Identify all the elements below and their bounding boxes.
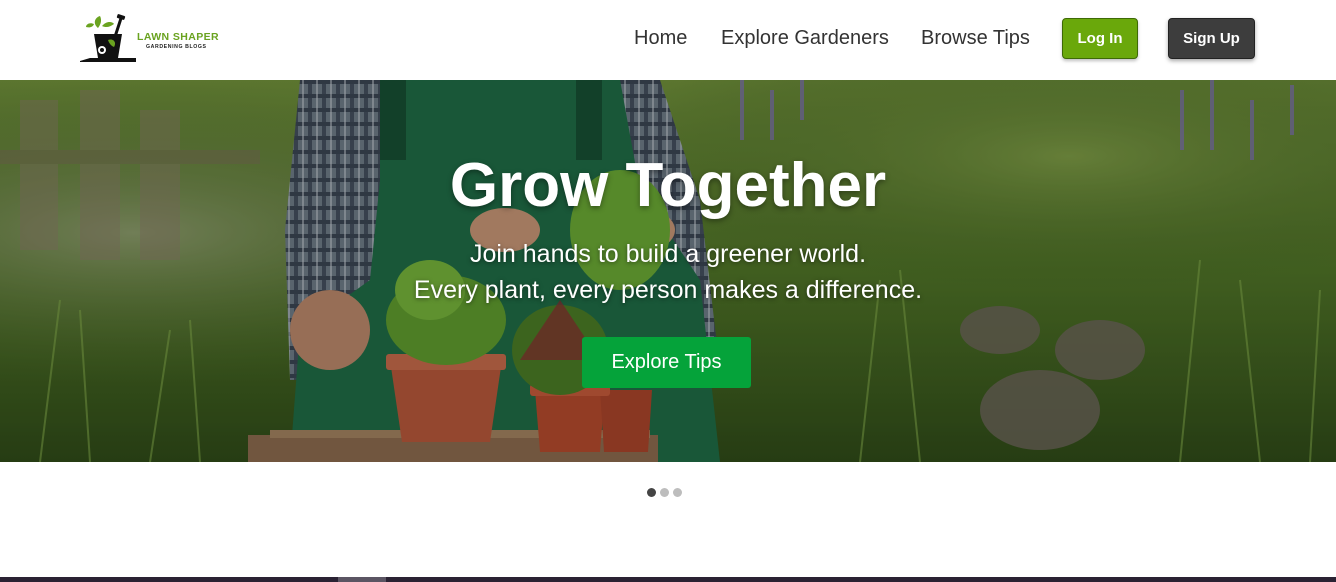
next-section-tab: [338, 577, 386, 582]
hero-overlay: [0, 80, 1336, 462]
hero-subtitle-line2: Every plant, every person makes a differ…: [413, 276, 923, 304]
carousel-indicators: [647, 488, 687, 497]
signup-button[interactable]: Sign Up: [1168, 18, 1255, 59]
hero-title: Grow Together: [449, 151, 887, 220]
gardener-shovel-icon: [80, 14, 136, 62]
nav-explore-gardeners-link[interactable]: Explore Gardeners: [721, 27, 889, 50]
brand-name: LAWN SHAPER: [137, 31, 219, 43]
carousel-dot-2[interactable]: [660, 488, 669, 497]
nav-home-link[interactable]: Home: [634, 27, 687, 50]
explore-tips-button[interactable]: Explore Tips: [582, 337, 751, 388]
carousel-dot-3[interactable]: [673, 488, 682, 497]
brand-tagline: GARDENING BLOGS: [146, 44, 207, 50]
next-section-edge: [0, 577, 1336, 582]
carousel-dot-1[interactable]: [647, 488, 656, 497]
site-logo[interactable]: LAWN SHAPER GARDENING BLOGS: [80, 14, 240, 64]
nav-browse-tips-link[interactable]: Browse Tips: [921, 27, 1030, 50]
login-button[interactable]: Log In: [1062, 18, 1138, 59]
site-header: LAWN SHAPER GARDENING BLOGS Home Explore…: [0, 0, 1336, 80]
hero-subtitle-line1: Join hands to build a greener world.: [469, 240, 867, 268]
hero-banner: Grow Together Join hands to build a gree…: [0, 80, 1336, 462]
